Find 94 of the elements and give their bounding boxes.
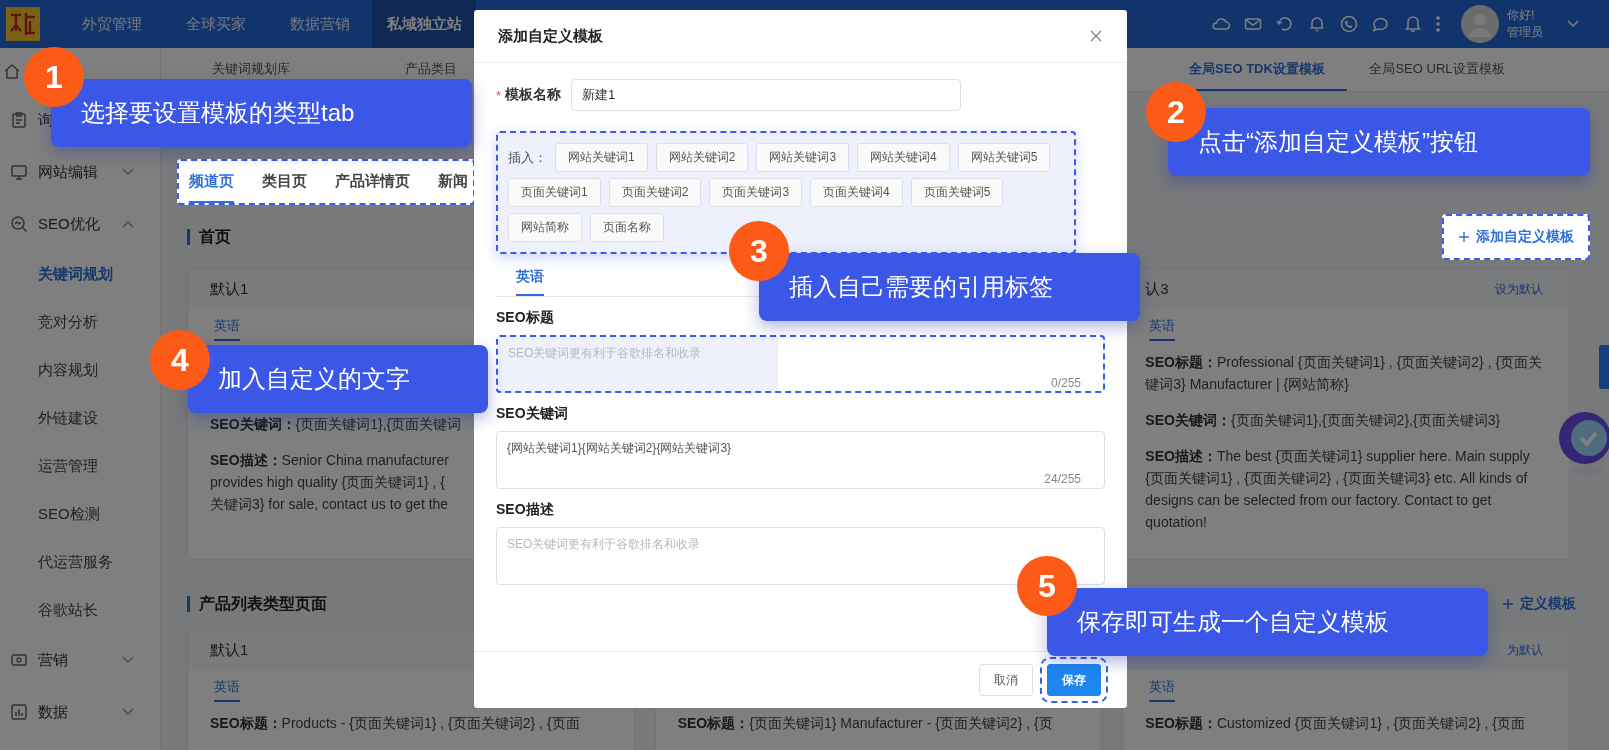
language-tab[interactable]: 英语: [214, 678, 240, 702]
user-role: 管理员: [1507, 24, 1544, 41]
field-value: Customized {页面关键词1} , {页面关键词2} , {页面: [1216, 715, 1525, 731]
field-text: SEO关键词：{页面关键词1},{页面关键词2},{页面关键词3}: [1145, 411, 1502, 430]
sidebar-subitem[interactable]: 运营管理: [0, 442, 160, 490]
callout-tooltip: 加入自定义的文字: [188, 345, 488, 413]
sidebar-item[interactable]: 营销: [0, 634, 160, 686]
close-icon[interactable]: [1089, 29, 1103, 43]
field-value: {页面关键词1},{页面关键词: [295, 416, 462, 432]
set-default-link[interactable]: 设为默认: [1495, 280, 1543, 298]
chevron-down-icon: [122, 656, 134, 664]
nav-tab[interactable]: 私域独立站: [372, 0, 476, 48]
sidebar-item[interactable]: SEO优化: [0, 198, 160, 250]
dialog-title: 添加自定义模板: [498, 26, 603, 46]
notification-icon[interactable]: [1403, 14, 1423, 34]
sidebar-item[interactable]: 网站编辑: [0, 146, 160, 198]
insert-tag-button[interactable]: 网站关键词3: [756, 143, 850, 172]
language-tab[interactable]: 英语: [1149, 678, 1176, 702]
insert-tag-button[interactable]: 页面关键词1: [508, 178, 601, 207]
user-greeting: 你好!: [1507, 7, 1536, 24]
field-label: SEO标题: [496, 309, 555, 327]
caret-icon[interactable]: [1567, 20, 1579, 28]
character-count: 0/255: [1050, 376, 1081, 390]
insert-tag-button[interactable]: 网站关键词2: [655, 143, 749, 172]
chevron-down-icon: [122, 708, 134, 716]
field-value: {页面关键词1} Manufacturer - {页面关键词2} , {页: [749, 715, 1053, 731]
sidebar-subitem[interactable]: 谷歌站长: [0, 586, 160, 634]
card-icon: [10, 651, 28, 669]
language-tab[interactable]: 英语: [1149, 317, 1176, 341]
insert-tag-button[interactable]: 页面关键词3: [709, 178, 803, 207]
field-value: Senior China manufacturer: [281, 452, 449, 468]
insert-tag-button[interactable]: 页面关键词4: [810, 178, 903, 207]
plus-icon: [1458, 231, 1470, 243]
template-name: 认3: [1145, 279, 1169, 299]
insert-tag-button[interactable]: 页面关键词5: [910, 178, 1004, 207]
language-tab[interactable]: 英语: [516, 260, 544, 296]
chevron-down-icon: [122, 168, 134, 176]
insert-tag-button[interactable]: 网站关键词1: [555, 143, 648, 172]
field-label: SEO标题：: [210, 715, 282, 731]
page-tab[interactable]: 频道页: [189, 161, 234, 203]
chevron-up-icon: [122, 220, 134, 228]
sidebar-subitem[interactable]: 代运营服务: [0, 538, 160, 586]
insert-label: 插入：: [508, 148, 547, 167]
refresh-icon[interactable]: [1275, 14, 1295, 34]
field-value: Products - {页面关键词1} , {页面关键词2} , {页面: [281, 715, 580, 731]
page-tab[interactable]: 类目页: [262, 161, 307, 203]
magnifier-icon: [10, 215, 28, 233]
sidebar-subitem[interactable]: 关键词规划: [0, 250, 160, 298]
field-label: SEO关键词：: [210, 416, 296, 432]
set-default-link[interactable]: 为默认: [1507, 641, 1543, 659]
nav-tab[interactable]: 外贸管理: [60, 0, 164, 48]
bar-chart-icon: [10, 703, 28, 721]
sub-tab[interactable]: 全局SEO URL设置模板: [1347, 48, 1527, 91]
phone-icon[interactable]: [1339, 14, 1359, 34]
insert-tag-button[interactable]: 网站关键词4: [857, 143, 950, 172]
field-label: SEO描述: [496, 501, 555, 519]
field-value: 关键词3} for sale, contact us to get the: [210, 496, 449, 512]
template-name: 默认1: [210, 279, 249, 299]
page-tab[interactable]: 新闻: [438, 161, 468, 203]
nav-tab[interactable]: 数据营销: [268, 0, 372, 48]
field-label: SEO标题：: [1145, 715, 1217, 731]
logo-icon: [6, 7, 40, 41]
language-tab[interactable]: 英语: [214, 317, 240, 341]
template-name: 默认1: [210, 640, 249, 660]
insert-tag-button[interactable]: 网站关键词5: [957, 143, 1051, 172]
field-value: provides high quality {页面关键词1} , {: [210, 474, 445, 490]
insert-tag-button[interactable]: 页面关键词2: [608, 178, 702, 207]
home-icon[interactable]: [3, 62, 21, 80]
sidebar-subitem[interactable]: SEO检测: [0, 490, 160, 538]
field-label: 模板名称: [505, 86, 562, 104]
nav-tab[interactable]: 全球买家: [164, 0, 268, 48]
section-title: 首页: [187, 229, 231, 245]
section-title: 产品列表类型页面: [187, 596, 327, 612]
add-template-button[interactable]: 添加自定义模板: [1442, 214, 1590, 260]
character-count: 24/255: [1044, 472, 1081, 486]
required-mark: *: [496, 87, 502, 103]
template-name-field[interactable]: 新建1: [571, 79, 962, 111]
add-template-button[interactable]: 定义模板: [1488, 581, 1590, 627]
sidebar-subitem[interactable]: 外链建设: [0, 394, 160, 442]
more-icon[interactable]: [1435, 14, 1441, 34]
field-label: SEO描述：: [210, 452, 282, 468]
avatar-icon[interactable]: [1461, 5, 1499, 43]
field-text: SEO标题：Professional {页面关键词1} , {页面关键词2} , {页面关键词3} Manufacturer | {网站简称}: [1145, 353, 1544, 394]
plus-icon: [1502, 598, 1514, 610]
clipboard-icon: [10, 111, 28, 129]
sidebar-item[interactable]: 数据: [0, 686, 160, 738]
monitor-icon: [10, 163, 28, 181]
field-label: SEO标题：: [677, 715, 750, 731]
insert-tag-button[interactable]: 网站简称: [508, 213, 582, 242]
cancel-button[interactable]: 取消: [979, 664, 1033, 696]
page-tab[interactable]: 产品详情页: [335, 161, 410, 203]
insert-tag-button[interactable]: 页面名称: [590, 213, 664, 242]
field-text: SEO描述：The best {页面关键词1} supplier here. Main supply {页面关键词1} , {页面关键词2} , {页面关键词3} etc. All kinds of designs can be selected from our factory. Contact to get quotation!: [1145, 447, 1531, 532]
field-label: SEO关键词: [496, 405, 569, 423]
